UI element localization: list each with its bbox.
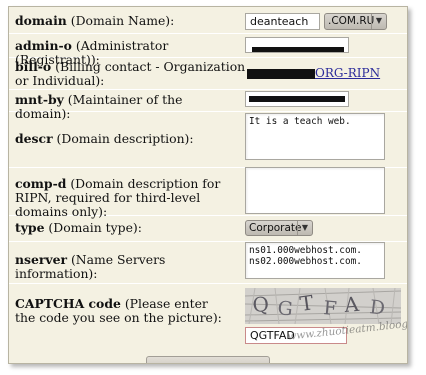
row-nserver: nserver (Name Servers information): ns01… xyxy=(9,241,407,284)
svg-text:G: G xyxy=(276,297,293,320)
domain-type-value: Corporate xyxy=(249,222,302,234)
row-domain: domain (Domain Name): deanteach .COM.RU … xyxy=(9,7,407,34)
descr-label: descr (Domain description): xyxy=(15,131,194,146)
chevron-down-icon: ▼ xyxy=(371,14,386,29)
row-admin-o: admin-o (Administrator (Registrant)): xyxy=(9,33,407,67)
row-mnt-by: mnt-by (Maintainer of the domain): xyxy=(9,89,407,121)
admin-o-input[interactable] xyxy=(245,37,349,53)
row-type: type (Domain type): Corporate ▼ xyxy=(9,215,407,242)
svg-text:A: A xyxy=(342,292,360,317)
redacted-value xyxy=(249,96,345,102)
descr-textarea[interactable]: It is a teach web. xyxy=(245,113,385,160)
comp-d-textarea[interactable] xyxy=(245,167,385,214)
row-descr: descr (Domain description): It is a teac… xyxy=(9,111,407,168)
domain-registration-form: domain (Domain Name): deanteach .COM.RU … xyxy=(8,6,408,364)
bill-o-link[interactable]: ORG-RIPN xyxy=(315,66,380,80)
submit-button[interactable] xyxy=(146,356,270,363)
domain-label: domain (Domain Name): xyxy=(15,13,175,28)
redacted-value xyxy=(247,69,315,79)
nserver-label: nserver (Name Servers information): xyxy=(15,252,166,281)
captcha-label: CAPTCHA code (Please enter the code you … xyxy=(15,296,222,325)
row-bill-o: bill-o (Billing contact - Organization o… xyxy=(9,57,407,90)
domain-type-select[interactable]: Corporate ▼ xyxy=(245,220,313,236)
svg-text:Q: Q xyxy=(252,292,270,317)
domain-zone-value: .COM.RU xyxy=(328,15,375,27)
chevron-down-icon: ▼ xyxy=(297,221,312,235)
nserver-textarea[interactable]: ns01.000webhost.com. ns02.000webhost.com… xyxy=(245,242,385,279)
domain-name-input[interactable]: deanteach xyxy=(245,13,320,30)
domain-zone-select[interactable]: .COM.RU ▼ xyxy=(324,13,387,30)
bill-o-label: bill-o (Billing contact - Organization o… xyxy=(15,59,246,88)
redacted-value xyxy=(252,47,344,52)
mnt-by-input[interactable] xyxy=(245,91,349,107)
captcha-image: Q G T F A D xyxy=(245,288,401,324)
comp-d-label: comp-d (Domain description for RIPN, req… xyxy=(15,176,221,219)
type-label: type (Domain type): xyxy=(15,220,142,235)
row-comp-d: comp-d (Domain description for RIPN, req… xyxy=(9,167,407,219)
svg-text:F: F xyxy=(323,297,338,320)
svg-text:D: D xyxy=(368,296,386,320)
